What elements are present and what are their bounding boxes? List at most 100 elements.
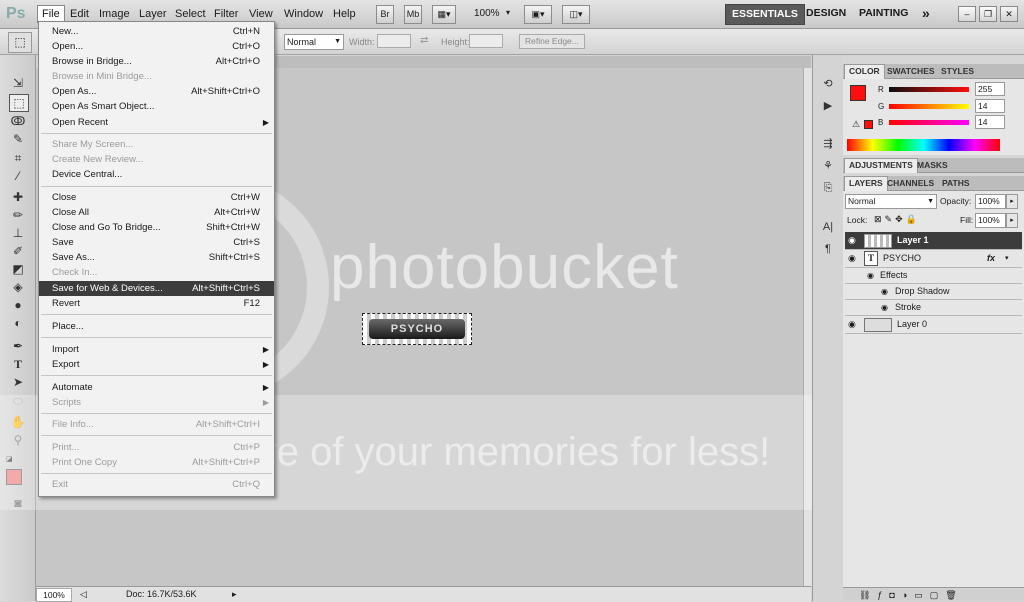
menu-item-new[interactable]: New... Ctrl+N [39, 24, 274, 39]
menu-filter[interactable]: Filter [210, 6, 242, 22]
menu-item-save-as[interactable]: Save As... Shift+Ctrl+S [39, 250, 274, 265]
blur-tool-icon[interactable]: ● [9, 297, 27, 313]
b-slider[interactable] [889, 120, 969, 125]
menu-item-automate[interactable]: Automate ▶ [39, 380, 274, 395]
menu-item-save-for-web[interactable]: Save for Web & Devices... Alt+Shift+Ctrl+… [39, 281, 274, 296]
menu-item-close-all[interactable]: Close All Alt+Ctrl+W [39, 205, 274, 220]
workspace-essentials[interactable]: ESSENTIALS [725, 4, 805, 25]
menu-item-open-as[interactable]: Open As... Alt+Shift+Ctrl+O [39, 84, 274, 99]
crop-tool-icon[interactable]: ⌗ [9, 150, 27, 166]
brush-presets-icon[interactable]: ⇶ [820, 137, 836, 152]
menu-item-device-central[interactable]: Device Central... [39, 167, 274, 182]
zoom-dropdown-icon[interactable]: ▾ [506, 8, 510, 17]
menu-item-share-screen[interactable]: Share My Screen... [39, 137, 274, 152]
layer-effects-row[interactable]: ◉ Effects [845, 268, 1022, 284]
brush-tool-icon[interactable]: ✏ [9, 207, 27, 223]
menu-item-place[interactable]: Place... [39, 319, 274, 334]
arrange-documents-icon[interactable]: ▣▾ [524, 5, 552, 24]
menu-item-save[interactable]: Save Ctrl+S [39, 235, 274, 250]
r-slider[interactable] [889, 87, 969, 92]
tool-presets-icon[interactable]: ⎘ [820, 181, 836, 196]
menu-window[interactable]: Window [280, 6, 327, 22]
marquee-tool-icon[interactable]: ⬚ [9, 94, 29, 112]
paint-bucket-tool-icon[interactable]: ◈ [9, 279, 27, 295]
eye-icon[interactable]: ◉ [848, 232, 856, 249]
eye-icon[interactable]: ◉ [881, 300, 888, 315]
tab-styles[interactable]: STYLES [937, 65, 978, 77]
menu-edit[interactable]: Edit [66, 6, 93, 22]
screen-mode-icon[interactable]: ◫▾ [562, 5, 590, 24]
g-slider[interactable] [889, 104, 969, 109]
paragraph-panel-icon[interactable]: ¶ [820, 242, 836, 257]
zoom-level[interactable]: 100% [474, 8, 500, 19]
mini-bridge-button[interactable]: Mb [404, 5, 422, 24]
close-icon[interactable]: ✕ [1000, 6, 1018, 22]
clone-source-icon[interactable]: ⚘ [820, 159, 836, 174]
layer-row-layer-1[interactable]: ◉ Layer 1 [845, 232, 1022, 250]
menu-item-check-in[interactable]: Check In... [39, 265, 274, 280]
eyedropper-tool-icon[interactable]: ⁄ [9, 168, 27, 184]
menu-item-close[interactable]: Close Ctrl+W [39, 190, 274, 205]
menu-item-open-smart-object[interactable]: Open As Smart Object... [39, 99, 274, 114]
menu-image[interactable]: Image [95, 6, 134, 22]
foreground-color-chip[interactable] [850, 85, 866, 101]
extras-grid-icon[interactable]: ▦▾ [432, 5, 456, 24]
fill-input[interactable]: 100% [975, 213, 1006, 228]
menu-item-browse-mini-bridge[interactable]: Browse in Mini Bridge... [39, 69, 274, 84]
layers-footer-icons[interactable]: ⛓ƒ◘◑▭▢🗑 [843, 587, 1024, 601]
refine-edge-button[interactable]: Refine Edge... [519, 34, 585, 49]
menu-view[interactable]: View [245, 6, 277, 22]
dodge-tool-icon[interactable]: ◐ [9, 315, 27, 331]
layer-row-psycho[interactable]: ◉ T PSYCHO fx ▾ [845, 250, 1022, 268]
workspace-painting[interactable]: PAINTING [853, 4, 914, 23]
menu-item-open-recent[interactable]: Open Recent ▶ [39, 115, 274, 130]
tab-layers[interactable]: LAYERS [844, 176, 888, 191]
path-selection-tool-icon[interactable]: ➤ [9, 374, 27, 390]
menu-item-create-review[interactable]: Create New Review... [39, 152, 274, 167]
spectrum-bar[interactable] [847, 139, 1000, 151]
actions-panel-icon[interactable]: ▶ [820, 99, 836, 114]
pen-tool-icon[interactable]: ✒ [9, 338, 27, 354]
opacity-arrow-icon[interactable]: ▸ [1006, 194, 1018, 209]
menu-item-print[interactable]: Print... Ctrl+P [39, 440, 274, 455]
width-input[interactable] [377, 34, 411, 48]
menu-help[interactable]: Help [329, 6, 360, 22]
quick-selection-tool-icon[interactable]: ✎ [9, 131, 27, 147]
bridge-button[interactable]: Br [376, 5, 394, 24]
minimize-icon[interactable]: – [958, 6, 976, 22]
menu-select[interactable]: Select [171, 6, 210, 22]
menu-item-open[interactable]: Open... Ctrl+O [39, 39, 274, 54]
eye-icon[interactable]: ◉ [867, 268, 874, 283]
b-input[interactable]: 14 [975, 115, 1005, 129]
move-tool-icon[interactable]: ⇲ [9, 75, 27, 91]
gamut-color-chip[interactable] [864, 120, 873, 129]
r-input[interactable]: 255 [975, 82, 1005, 96]
marquee-preset-icon[interactable]: ⬚ [8, 32, 32, 53]
lasso-tool-icon[interactable]: ↂ [9, 113, 27, 129]
swap-icon[interactable]: ⇄ [420, 35, 428, 46]
height-input[interactable] [469, 34, 503, 48]
blend-mode-select[interactable]: Normal ▼ [845, 194, 937, 209]
effect-row-drop-shadow[interactable]: ◉ Drop Shadow [845, 284, 1022, 300]
type-tool-icon[interactable]: T [9, 356, 27, 372]
workspace-design[interactable]: DESIGN [800, 4, 852, 23]
tab-masks[interactable]: MASKS [913, 159, 952, 171]
eye-icon[interactable]: ◉ [881, 284, 888, 299]
opacity-input[interactable]: 100% [975, 194, 1006, 209]
eraser-tool-icon[interactable]: ◩ [9, 261, 27, 277]
g-input[interactable]: 14 [975, 99, 1005, 113]
clone-stamp-tool-icon[interactable]: ⊥ [9, 225, 27, 241]
status-expand-icon[interactable]: ◁ [80, 589, 87, 600]
fill-arrow-icon[interactable]: ▸ [1006, 213, 1018, 228]
menu-item-revert[interactable]: Revert F12 [39, 296, 274, 311]
menu-item-exit[interactable]: Exit Ctrl+Q [39, 477, 274, 492]
chevron-down-icon[interactable]: ▾ [1005, 250, 1009, 267]
character-panel-icon[interactable]: A| [820, 220, 836, 235]
healing-brush-tool-icon[interactable]: ✚ [9, 189, 27, 205]
menu-item-import[interactable]: Import ▶ [39, 342, 274, 357]
menu-item-export[interactable]: Export ▶ [39, 357, 274, 372]
style-select[interactable]: Normal ▼ [284, 34, 344, 50]
menu-item-scripts[interactable]: Scripts ▶ [39, 395, 274, 410]
tab-swatches[interactable]: SWATCHES [883, 65, 939, 77]
fx-icon[interactable]: fx [987, 250, 995, 267]
